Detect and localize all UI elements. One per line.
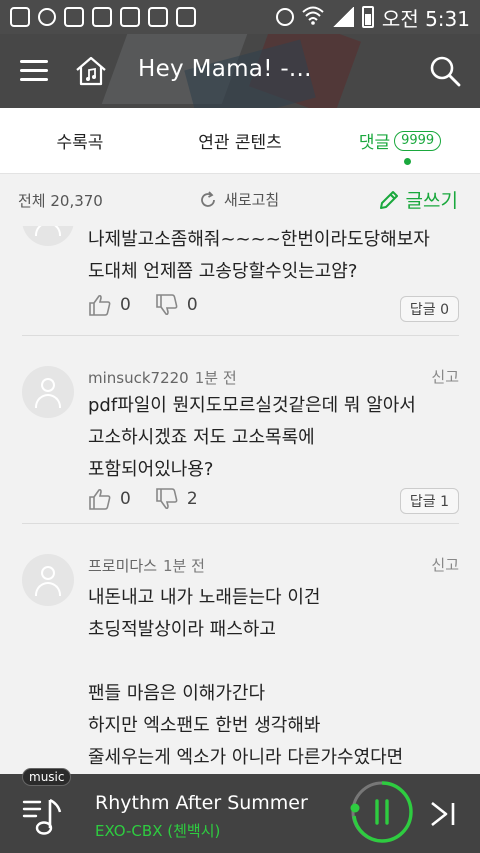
comment-time: 1분 전 [163,557,205,575]
chat-icon [10,7,30,27]
page-icon [64,7,84,27]
notification-icons [10,7,196,27]
clipboard-icon [120,7,140,27]
thumbs-up-icon [89,294,111,316]
comment-text: 내돈내고 내가 노래듣는다 이건 초딩적발상이라 패스하고 팬들 마음은 이해가… [88,587,404,768]
comment-actions: 0 2 [88,488,222,510]
pencil-icon [379,190,398,209]
refresh-button[interactable]: 새로고침 [198,189,279,210]
page-title: Hey Mama! -... [138,56,312,82]
comment-time: 1분 전 [194,369,237,387]
app-icon [38,8,56,26]
playlist-icon[interactable] [22,796,66,836]
pause-icon [350,781,413,843]
thumbs-up-icon [89,488,111,510]
tab-related-content[interactable]: 연관 콘텐츠 [160,108,320,173]
comment-meta: 프로미다스 1분 전 [88,555,205,576]
reply-button[interactable]: 답글 0 [399,296,459,322]
page-icon-2 [92,7,112,27]
search-icon[interactable] [428,54,462,88]
report-button[interactable]: 신고 [431,554,459,575]
write-comment-label: 글쓰기 [405,190,458,212]
comment-count-badge: 9999 [394,130,442,151]
mini-player[interactable]: music Rhythm After Summer EXO-CBX (첸백시) [0,768,480,853]
status-time: 오전 5:31 [381,6,470,31]
download-icon [176,7,196,27]
wifi-icon [302,5,324,30]
app-screen: 오전 5:31 Hey Mama! -... 수록곡 연관 콘텐츠 댓글 999… [0,0,480,853]
dislike-button[interactable]: 2 [155,488,198,510]
avatar[interactable] [22,554,74,606]
alarm-icon [275,8,294,26]
tab-comments-label: 댓글 [358,133,391,153]
comment-item: minsuck7220 1분 전 신고 pdf파일이 뭔지도모르실것같은데 뭐 알… [22,354,459,524]
skip-next-icon [431,801,455,827]
active-tab-indicator [404,158,411,165]
comment-list[interactable]: 나제발고소좀해줘~~~~한번이라도당해보자 도대체 언제쯤 고송당할수잇는고얌?… [0,226,480,774]
home-music-icon[interactable] [74,54,108,88]
tab-comments[interactable]: 댓글 9999 [320,108,480,173]
total-count: 전체 20,370 [18,191,103,210]
refresh-label: 새로고침 [224,191,280,209]
comment-item: 나제발고소좀해줘~~~~한번이라도당해보자 도대체 언제쯤 고송당할수잇는고얌?… [22,226,459,336]
tab-bar: 수록곡 연관 콘텐츠 댓글 9999 [0,108,480,174]
refresh-icon [201,190,215,207]
comment-author[interactable]: minsuck7220 [88,369,189,387]
next-track-button[interactable] [428,800,458,828]
tab-tracks[interactable]: 수록곡 [0,108,160,173]
track-artist[interactable]: EXO-CBX (첸백시) [95,820,220,841]
comment-text: 나제발고소좀해줘~~~~한번이라도당해보자 도대체 언제쯤 고송당할수잇는고얌? [88,229,430,282]
thumbs-down-icon [156,488,178,510]
image-icon [148,7,168,27]
comment-author[interactable]: 프로미다스 [88,557,157,575]
comment-summary: 전체 20,370 새로고침 글쓰기 [0,174,480,226]
music-tag: music [22,768,72,786]
like-button[interactable]: 0 [88,294,131,316]
dislike-button[interactable]: 0 [155,294,198,316]
signal-icon [331,7,354,27]
thumbs-down-icon [156,294,178,316]
reply-button[interactable]: 답글 1 [399,488,459,514]
app-bar: Hey Mama! -... [0,34,480,108]
comment-meta: minsuck7220 1분 전 [88,367,237,388]
menu-icon[interactable] [20,60,48,82]
write-comment-button[interactable]: 글쓰기 [378,186,458,213]
comment-text: pdf파일이 뭔지도모르실것같은데 뭐 알아서 고소하시겠죠 저도 고소목록에 … [88,395,416,480]
pause-button[interactable] [350,780,414,844]
battery-icon [361,6,374,28]
avatar[interactable] [22,226,74,246]
report-button[interactable]: 신고 [431,366,459,387]
comment-actions: 0 0 [88,294,222,316]
status-bar: 오전 5:31 [0,0,480,34]
comment-item: 프로미다스 1분 전 신고 내돈내고 내가 노래듣는다 이건 초딩적발상이라 패스… [22,542,459,774]
track-title[interactable]: Rhythm After Summer [95,792,308,814]
avatar[interactable] [22,366,74,418]
like-button[interactable]: 0 [88,488,131,510]
